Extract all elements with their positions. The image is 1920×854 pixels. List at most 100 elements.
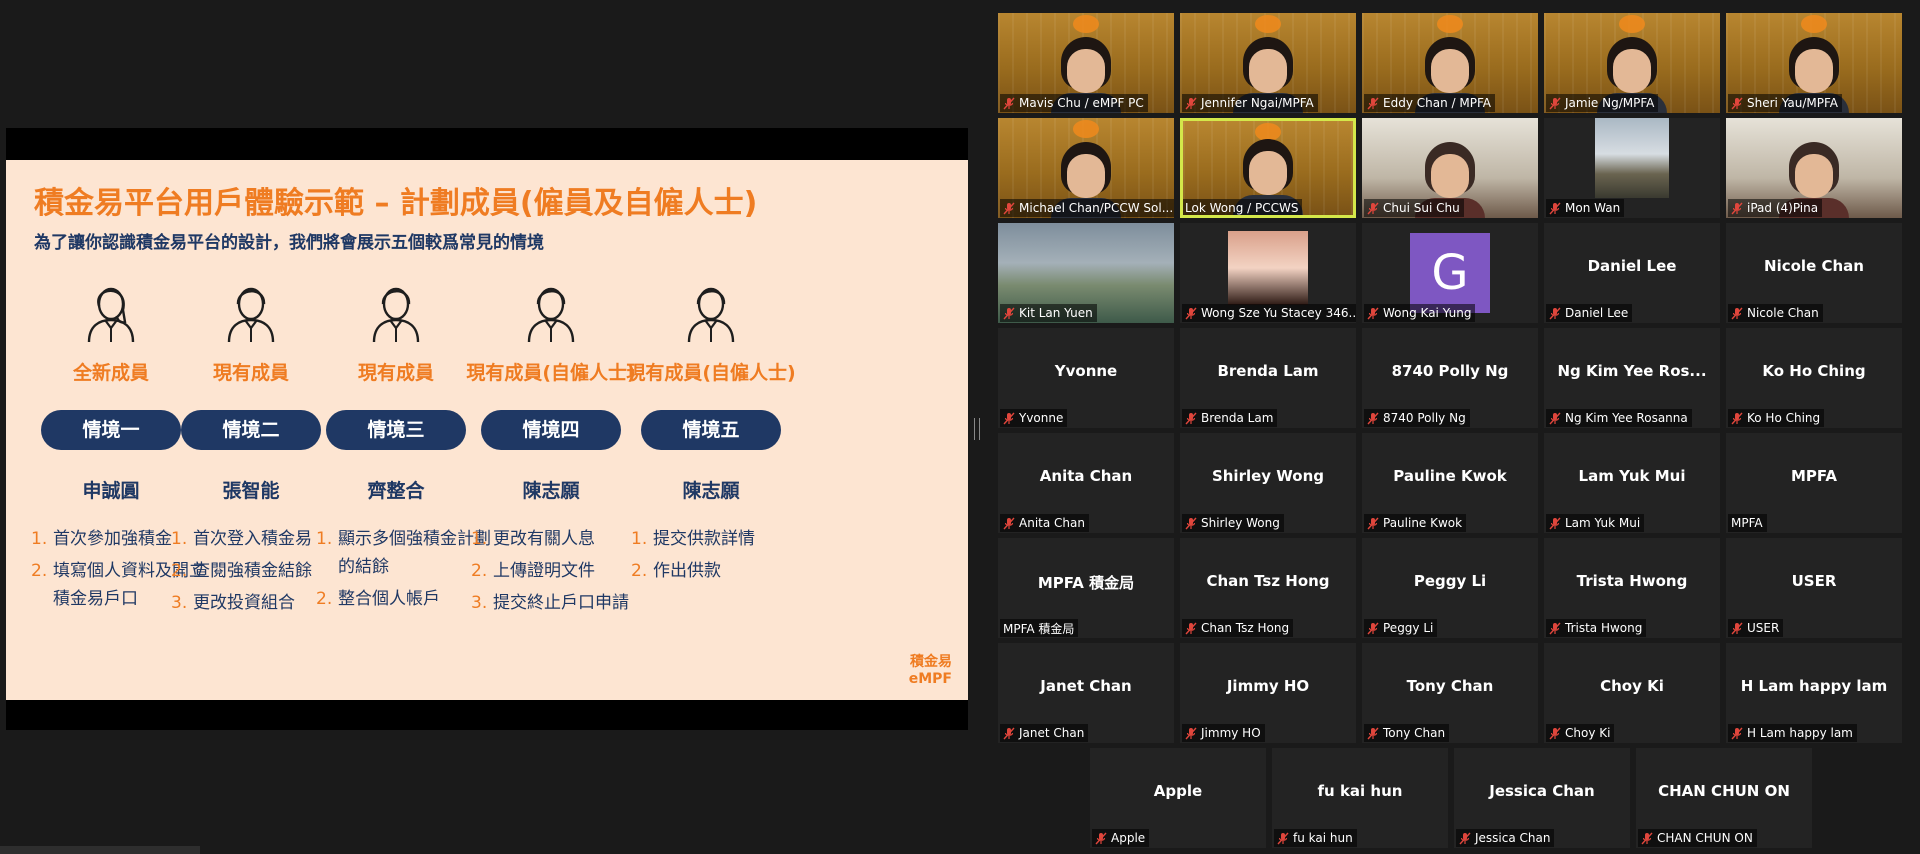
participant-tile[interactable]: Wong Sze Yu Stacey 346... — [1180, 223, 1356, 323]
participant-display-name: Choy Ki — [1600, 677, 1664, 695]
step-text: 提交終止戶口申請 — [493, 593, 629, 613]
scenario-pill: 情境二 — [181, 410, 321, 450]
muted-mic-icon — [1367, 307, 1379, 319]
participant-tile[interactable]: H Lam happy lam H Lam happy lam — [1726, 643, 1902, 743]
participant-name: Yvonne — [1019, 411, 1064, 425]
participant-avatar: G — [1410, 233, 1490, 313]
participant-name-label: Daniel Lee — [1546, 304, 1633, 322]
participant-name: Eddy Chan / MPFA — [1383, 96, 1491, 110]
participant-tile[interactable]: Apple Apple — [1090, 748, 1266, 848]
participant-tile[interactable]: Anita Chan Anita Chan — [998, 433, 1174, 533]
participant-display-name: Yvonne — [1054, 362, 1118, 380]
step-text: 首次參加強積金 — [53, 529, 172, 549]
step-number: 1. — [316, 529, 333, 549]
participant-tile[interactable]: iPad (4)Pina — [1726, 118, 1902, 218]
participant-display-name: Nicole Chan — [1764, 257, 1864, 275]
participant-tile[interactable]: Chui Sui Chu — [1362, 118, 1538, 218]
participant-tile[interactable]: Ko Ho Ching Ko Ho Ching — [1726, 328, 1902, 428]
step-number: 1. — [631, 529, 648, 549]
participant-tile[interactable]: Eddy Chan / MPFA — [1362, 13, 1538, 113]
participant-tile[interactable]: MPFA MPFA — [1726, 433, 1902, 533]
participant-tile[interactable]: 8740 Polly Ng 8740 Polly Ng — [1362, 328, 1538, 428]
scenario-step: 2. 作出供款 — [631, 557, 811, 585]
participant-tile[interactable]: MPFA 積金局 MPFA 積金局 — [998, 538, 1174, 638]
muted-mic-icon — [1185, 622, 1197, 634]
muted-mic-icon — [1731, 307, 1743, 319]
logo-chinese: 積金易 — [910, 654, 952, 670]
step-number: 1. — [471, 529, 488, 549]
participant-name: Mavis Chu / eMPF PC — [1019, 96, 1144, 110]
participant-name-label: iPad (4)Pina — [1728, 199, 1823, 217]
participant-name-label: Jimmy HO — [1182, 724, 1265, 742]
participant-name-label: MPFA 積金局 — [1000, 619, 1079, 637]
participant-name: Ng Kim Yee Rosanna — [1565, 411, 1688, 425]
participant-name: Jamie Ng/MPFA — [1565, 96, 1655, 110]
participant-name-label: Kit Lan Yuen — [1000, 304, 1097, 322]
participant-name-label: Jessica Chan — [1456, 829, 1555, 847]
participant-name: Jimmy HO — [1201, 726, 1261, 740]
scenario-step: 1. 提交供款詳情 — [631, 525, 811, 553]
participant-tile[interactable]: Jessica Chan Jessica Chan — [1454, 748, 1630, 848]
step-text: 更改有關人息 — [493, 529, 595, 549]
muted-mic-icon — [1095, 832, 1107, 844]
participant-tile[interactable]: Ng Kim Yee Ros... Ng Kim Yee Rosanna — [1544, 328, 1720, 428]
scenario-person-name: 齊整合 — [367, 480, 425, 502]
muted-mic-icon — [1731, 622, 1743, 634]
participant-name: Michael Chan/PCCW Sol... — [1019, 201, 1174, 215]
muted-mic-icon — [1003, 412, 1015, 424]
muted-mic-icon — [1185, 412, 1197, 424]
participant-tile[interactable]: Jennifer Ngai/MPFA — [1180, 13, 1356, 113]
participant-tile[interactable]: Lok Wong / PCCWS — [1180, 118, 1356, 218]
participant-tile[interactable]: Lam Yuk Mui Lam Yuk Mui — [1544, 433, 1720, 533]
mpfa-wall-logo — [1255, 15, 1281, 33]
participant-tile[interactable]: Jimmy HO Jimmy HO — [1180, 643, 1356, 743]
participant-tile[interactable]: Michael Chan/PCCW Sol... — [998, 118, 1174, 218]
participant-tile[interactable]: Mavis Chu / eMPF PC — [998, 13, 1174, 113]
muted-mic-icon — [1549, 307, 1561, 319]
participant-tile[interactable]: Chan Tsz Hong Chan Tsz Hong — [1180, 538, 1356, 638]
participant-name-label: Tony Chan — [1364, 724, 1450, 742]
participant-tile[interactable]: Peggy Li Peggy Li — [1362, 538, 1538, 638]
participant-tile[interactable]: Janet Chan Janet Chan — [998, 643, 1174, 743]
participant-tile[interactable]: G Wong Kai Yung — [1362, 223, 1538, 323]
scenario-person-name: 陳志願 — [522, 480, 580, 502]
scenario-role: 現有成員(自僱人士) — [466, 362, 636, 384]
participant-tile[interactable]: Sheri Yau/MPFA — [1726, 13, 1902, 113]
participant-name-label: Apple — [1092, 829, 1150, 847]
participant-tile[interactable]: Tony Chan Tony Chan — [1362, 643, 1538, 743]
step-text: 上傳證明文件 — [493, 561, 595, 581]
participant-tile[interactable]: Yvonne Yvonne — [998, 328, 1174, 428]
participant-tile[interactable]: Pauline Kwok Pauline Kwok — [1362, 433, 1538, 533]
muted-mic-icon — [1367, 97, 1379, 109]
step-text: 提交供款詳情 — [653, 529, 755, 549]
participant-name: Shirley Wong — [1201, 516, 1280, 530]
participant-tile[interactable]: Jamie Ng/MPFA — [1544, 13, 1720, 113]
step-number: 2. — [171, 561, 188, 581]
participant-tile[interactable]: Brenda Lam Brenda Lam — [1180, 328, 1356, 428]
shared-screen[interactable]: 積金易平台用戶體驗示範 – 計劃成員(僱員及自僱人士) 為了讓你認識積金易平台的… — [6, 128, 968, 730]
muted-mic-icon — [1367, 412, 1379, 424]
participant-tile[interactable]: Choy Ki Choy Ki — [1544, 643, 1720, 743]
participant-tile[interactable]: USER USER — [1726, 538, 1902, 638]
muted-mic-icon — [1731, 97, 1743, 109]
step-text: 作出供款 — [653, 561, 721, 581]
participant-display-name: Daniel Lee — [1587, 257, 1677, 275]
participant-tile[interactable]: fu kai hun fu kai hun — [1272, 748, 1448, 848]
participant-name: Lok Wong / PCCWS — [1185, 201, 1299, 215]
participant-tile[interactable]: CHAN CHUN ON CHAN CHUN ON — [1636, 748, 1812, 848]
participant-name: Jennifer Ngai/MPFA — [1201, 96, 1314, 110]
mpfa-wall-logo — [1801, 15, 1827, 33]
male-person-icon — [306, 280, 486, 344]
muted-mic-icon — [1367, 727, 1379, 739]
panel-resize-handle[interactable] — [974, 418, 980, 440]
participant-tile[interactable]: Trista Hwong Trista Hwong — [1544, 538, 1720, 638]
participant-tile[interactable]: Daniel Lee Daniel Lee — [1544, 223, 1720, 323]
participant-name-label: CHAN CHUN ON — [1638, 829, 1757, 847]
participant-name-label: Shirley Wong — [1182, 514, 1284, 532]
participant-tile[interactable]: Kit Lan Yuen — [998, 223, 1174, 323]
participant-tile[interactable]: Mon Wan — [1544, 118, 1720, 218]
participant-name-label: Jennifer Ngai/MPFA — [1182, 94, 1318, 112]
participant-tile[interactable]: Shirley Wong Shirley Wong — [1180, 433, 1356, 533]
step-number: 2. — [316, 589, 333, 609]
participant-tile[interactable]: Nicole Chan Nicole Chan — [1726, 223, 1902, 323]
